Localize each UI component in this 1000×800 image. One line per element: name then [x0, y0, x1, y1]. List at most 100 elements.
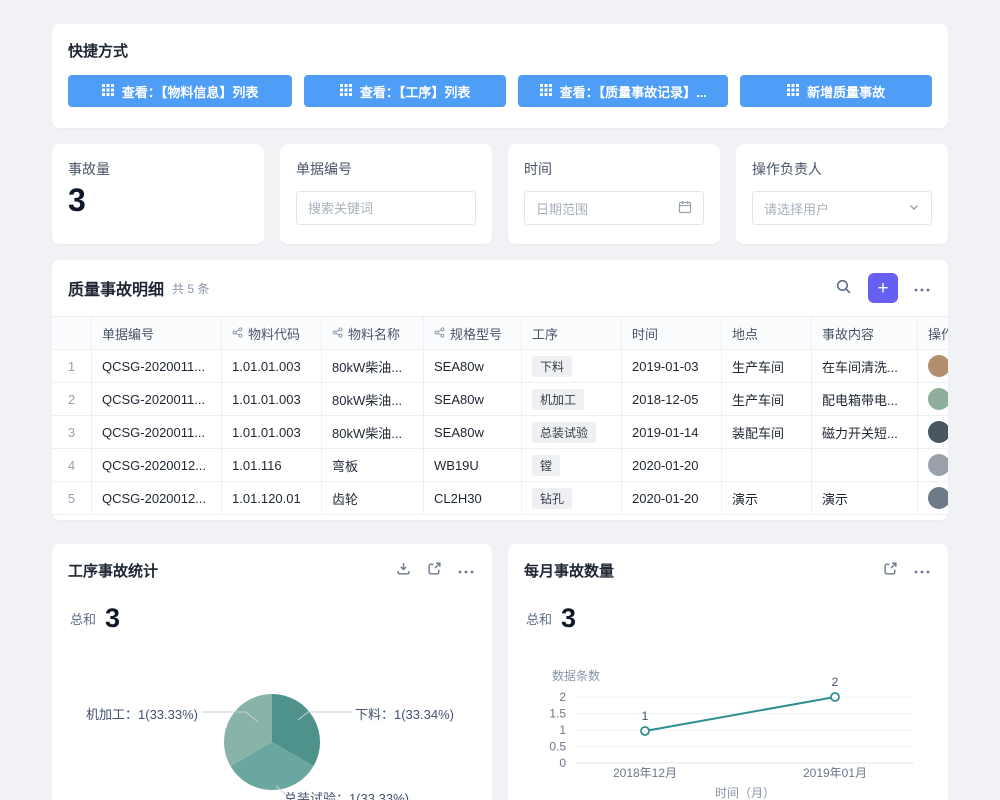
avatar [928, 421, 948, 443]
cell-time: 2020-01-20 [622, 482, 722, 514]
download-chart-button[interactable] [394, 559, 413, 581]
link-field-icon [332, 326, 343, 341]
button-label: 查看：【物料信息】列表 [122, 82, 259, 101]
y-tick: 1.5 [549, 707, 566, 721]
table-header-row: 单据编号 物料代码 物料名称 规格型号 工序 时间 地点 事故内容 操作负责人 [52, 317, 948, 350]
add-record-button[interactable]: + [868, 273, 898, 303]
cell-process: 下料 [522, 350, 622, 382]
column-label: 操作负责人 [928, 324, 948, 343]
table-more-button[interactable] [912, 279, 932, 298]
table-row[interactable]: 1 QCSG-2020011... 1.01.01.003 80kW柴油... … [52, 350, 948, 383]
cell-doc: QCSG-2020012... [92, 482, 222, 514]
cell-place: 生产车间 [722, 350, 812, 382]
download-icon [396, 561, 411, 579]
doc-number-filter-card: 单据编号 [280, 144, 492, 244]
cell-spec: SEA80w [424, 350, 522, 382]
cell-place [722, 449, 812, 481]
header-code[interactable]: 物料代码 [222, 317, 322, 349]
cell-spec: SEA80w [424, 383, 522, 415]
grid-icon [787, 84, 799, 99]
row-index: 3 [52, 416, 92, 448]
more-dots-icon [914, 563, 930, 578]
point-value-2: 2 [832, 675, 839, 689]
cell-time: 2020-01-20 [622, 449, 722, 481]
owner-filter-label: 操作负责人 [752, 159, 932, 179]
calendar-icon [678, 200, 692, 217]
cell-owner [918, 350, 948, 382]
view-process-list-button[interactable]: 查看：【工序】列表 [304, 75, 506, 107]
cell-time: 2019-01-14 [622, 416, 722, 448]
pie-chart-title: 工序事故统计 [68, 560, 158, 581]
doc-filter-label: 单据编号 [296, 159, 476, 179]
cell-content: 配电箱带电... [812, 383, 918, 415]
monthly-accident-chart-card: 每月事故数量 总和 3 数据条数 2 1.5 1 0.5 [508, 544, 948, 800]
header-name[interactable]: 物料名称 [322, 317, 424, 349]
cell-owner [918, 416, 948, 448]
cell-owner [918, 383, 948, 415]
owner-filter-card: 操作负责人 请选择用户 [736, 144, 948, 244]
header-content[interactable]: 事故内容 [812, 317, 918, 349]
pie-chart[interactable] [224, 694, 320, 790]
pie-chart-actions [394, 559, 476, 581]
cell-spec: SEA80w [424, 416, 522, 448]
table-row[interactable]: 2 QCSG-2020011... 1.01.01.003 80kW柴油... … [52, 383, 948, 416]
link-field-icon [434, 326, 445, 341]
table-row[interactable]: 4 QCSG-2020012... 1.01.116 弯板 WB19U 镗 20… [52, 449, 948, 482]
date-range-picker[interactable]: 日期范围 [524, 191, 704, 225]
cell-time: 2018-12-05 [622, 383, 722, 415]
cell-doc: QCSG-2020011... [92, 350, 222, 382]
cell-owner [918, 449, 948, 481]
grid-icon [340, 84, 352, 99]
table-row[interactable]: 5 QCSG-2020012... 1.01.120.01 齿轮 CL2H30 … [52, 482, 948, 515]
pie-label-xialiao: 下料：1(33.34%) [355, 704, 454, 723]
avatar [928, 388, 948, 410]
cell-place: 生产车间 [722, 383, 812, 415]
add-accident-button[interactable]: 新增质量事故 [740, 75, 932, 107]
more-dots-icon [914, 281, 930, 296]
chart-more-button[interactable] [912, 561, 932, 580]
time-filter-card: 时间 日期范围 [508, 144, 720, 244]
chart-more-button[interactable] [456, 561, 476, 580]
shortcuts-title: 快捷方式 [68, 40, 932, 61]
date-range-placeholder: 日期范围 [536, 199, 588, 218]
doc-search-input[interactable] [296, 191, 476, 225]
header-time[interactable]: 时间 [622, 317, 722, 349]
table-header-bar: 质量事故明细 共 5 条 + [52, 260, 948, 316]
row-index: 4 [52, 449, 92, 481]
pie-label-zongzhuang: 总装试验：1(33.33%) [284, 788, 409, 800]
header-owner[interactable]: 操作负责人 [918, 317, 948, 349]
process-tag: 镗 [532, 455, 560, 476]
shortcuts-button-row: 查看：【物料信息】列表 查看：【工序】列表 查看：【质量事故记录】... 新增质… [68, 75, 932, 107]
line-total: 总和 3 [526, 605, 948, 632]
header-doc[interactable]: 单据编号 [92, 317, 222, 349]
button-label: 查看：【工序】列表 [360, 82, 471, 101]
view-material-list-button[interactable]: 查看：【物料信息】列表 [68, 75, 292, 107]
y-tick: 2 [559, 690, 566, 704]
process-tag: 钻孔 [532, 488, 572, 509]
button-label: 查看：【质量事故记录】... [560, 82, 707, 101]
row-index: 1 [52, 350, 92, 382]
y-tick: 0 [559, 756, 566, 770]
user-select[interactable]: 请选择用户 [752, 191, 932, 225]
accident-count-card: 事故量 3 [52, 144, 264, 244]
header-spec[interactable]: 规格型号 [424, 317, 522, 349]
cell-name: 80kW柴油... [322, 383, 424, 415]
expand-chart-button[interactable] [425, 559, 444, 581]
header-index [52, 317, 92, 349]
cell-content: 在车间清洗... [812, 350, 918, 382]
process-tag: 机加工 [532, 389, 584, 410]
pie-total: 总和 3 [70, 605, 492, 632]
header-process[interactable]: 工序 [522, 317, 622, 349]
cell-content [812, 449, 918, 481]
cell-name: 80kW柴油... [322, 350, 424, 382]
cell-doc: QCSG-2020012... [92, 449, 222, 481]
header-place[interactable]: 地点 [722, 317, 812, 349]
expand-chart-button[interactable] [881, 559, 900, 581]
line-series [645, 697, 835, 731]
column-label: 地点 [732, 324, 758, 343]
table-row[interactable]: 3 QCSG-2020011... 1.01.01.003 80kW柴油... … [52, 416, 948, 449]
cell-code: 1.01.116 [222, 449, 322, 481]
view-accident-record-button[interactable]: 查看：【质量事故记录】... [518, 75, 728, 107]
cell-doc: QCSG-2020011... [92, 383, 222, 415]
table-search-button[interactable] [833, 276, 854, 300]
